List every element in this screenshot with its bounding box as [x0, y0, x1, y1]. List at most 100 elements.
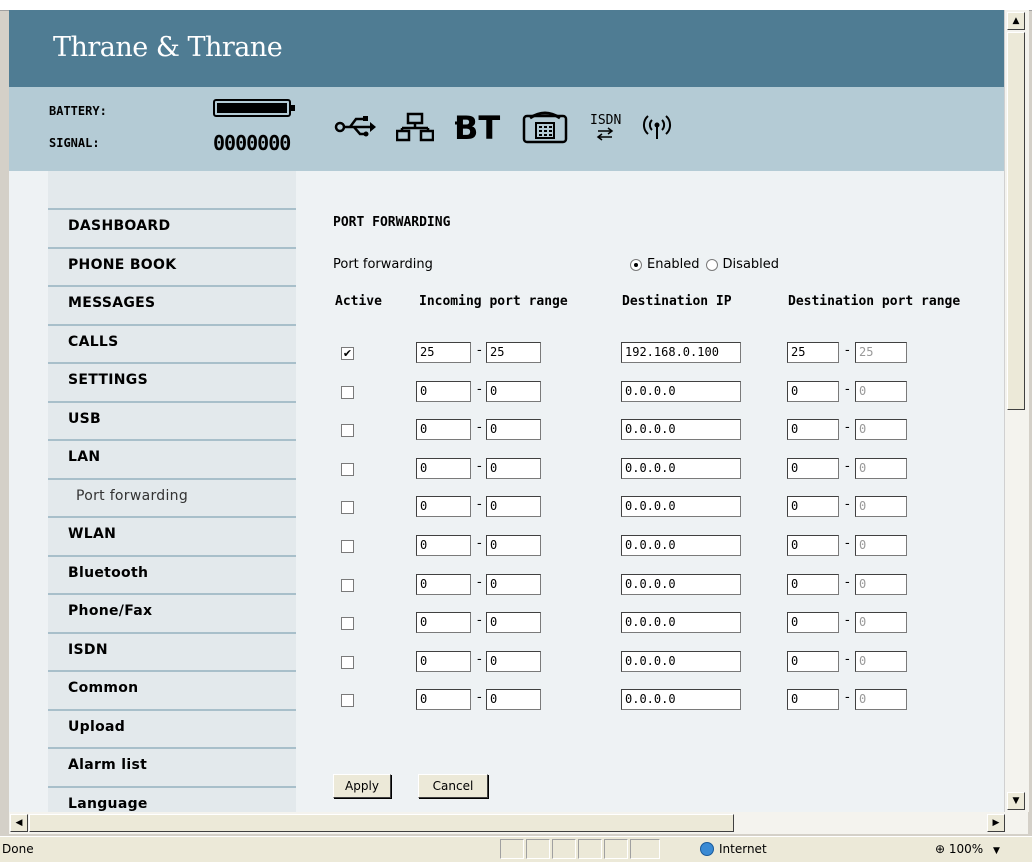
- destination-port-from-input[interactable]: 25: [787, 342, 839, 363]
- active-checkbox[interactable]: [341, 617, 354, 631]
- col-header-dest-ip: Destination IP: [622, 294, 732, 309]
- apply-button[interactable]: Apply: [333, 774, 391, 798]
- sidebar-item[interactable]: Port forwarding: [48, 477, 296, 515]
- usb-icon: [334, 114, 376, 140]
- destination-ip-input[interactable]: 0.0.0.0: [621, 689, 741, 711]
- incoming-port-to-input[interactable]: 0: [486, 689, 541, 711]
- vertical-scroll-thumb[interactable]: [1007, 32, 1025, 410]
- table-row: ✔ 25-25 192.168.0.100 25-25: [333, 342, 1003, 364]
- sidebar-item[interactable]: Bluetooth: [48, 554, 296, 592]
- sidebar-item[interactable]: USB: [48, 400, 296, 438]
- range-dash: -: [845, 497, 850, 513]
- table-row: 0-0 0.0.0.0 0-0: [333, 457, 1003, 480]
- zone-label: Internet: [719, 842, 767, 856]
- sidebar-item[interactable]: LAN: [48, 439, 296, 476]
- destination-port-to-input: 0: [855, 535, 907, 556]
- range-dash: -: [845, 651, 850, 667]
- destination-ip-input[interactable]: 0.0.0.0: [621, 650, 741, 672]
- sidebar-item[interactable]: PHONE BOOK: [48, 246, 296, 284]
- incoming-port-from-input[interactable]: 0: [416, 573, 471, 595]
- destination-ip-input[interactable]: 192.168.0.100: [621, 342, 741, 363]
- vertical-scrollbar[interactable]: ▲ ▼: [1004, 10, 1029, 812]
- sidebar-item[interactable]: Upload: [48, 708, 296, 746]
- sidebar-item[interactable]: Language: [48, 785, 296, 813]
- scroll-down-button[interactable]: ▼: [1007, 792, 1025, 810]
- destination-ip-input[interactable]: 0.0.0.0: [621, 573, 741, 595]
- sidebar-item[interactable]: ISDN: [48, 631, 296, 669]
- zoom-icon: ⊕: [935, 842, 946, 856]
- destination-port-from-input[interactable]: 0: [787, 573, 839, 595]
- incoming-port-to-input[interactable]: 25: [486, 342, 541, 363]
- scroll-right-button[interactable]: ▶: [987, 814, 1005, 832]
- destination-port-from-input[interactable]: 0: [787, 535, 839, 556]
- active-checkbox[interactable]: [341, 462, 354, 476]
- incoming-port-to-input[interactable]: 0: [486, 535, 541, 556]
- sidebar-item[interactable]: Alarm list: [48, 747, 296, 784]
- sidebar-item[interactable]: WLAN: [48, 516, 296, 553]
- active-checkbox[interactable]: [341, 655, 354, 669]
- destination-ip-input[interactable]: 0.0.0.0: [621, 419, 741, 441]
- status-segment: [578, 839, 602, 859]
- incoming-port-from-input[interactable]: 0: [416, 612, 471, 634]
- destination-ip-input[interactable]: 0.0.0.0: [621, 380, 741, 402]
- cancel-button[interactable]: Cancel: [418, 774, 488, 798]
- incoming-port-from-input[interactable]: 0: [416, 496, 471, 518]
- active-checkbox[interactable]: [341, 578, 354, 592]
- zoom-control[interactable]: ⊕ 100% ▼: [935, 842, 1000, 856]
- sidebar-item[interactable]: SETTINGS: [48, 362, 296, 399]
- horizontal-scroll-thumb[interactable]: [29, 814, 734, 832]
- destination-port-from-input[interactable]: 0: [787, 689, 839, 711]
- security-zone[interactable]: Internet: [700, 842, 767, 856]
- active-checkbox[interactable]: ✔: [341, 347, 354, 360]
- incoming-port-to-input[interactable]: 0: [486, 457, 541, 479]
- table-row: 0-0 0.0.0.0 0-0: [333, 650, 1003, 673]
- destination-port-from-input[interactable]: 0: [787, 457, 839, 479]
- disabled-radio[interactable]: [705, 258, 718, 271]
- scroll-up-button[interactable]: ▲: [1007, 12, 1025, 30]
- incoming-port-from-input[interactable]: 0: [416, 535, 471, 556]
- active-checkbox[interactable]: [341, 385, 354, 399]
- sidebar-item[interactable]: Common: [48, 670, 296, 707]
- destination-ip-input[interactable]: 0.0.0.0: [621, 535, 741, 556]
- active-checkbox[interactable]: [341, 540, 354, 553]
- incoming-port-to-input[interactable]: 0: [486, 380, 541, 402]
- table-row: 0-0 0.0.0.0 0-0: [333, 380, 1003, 403]
- horizontal-scrollbar[interactable]: ◀ ▶: [9, 812, 1028, 834]
- sidebar-item[interactable]: Phone/Fax: [48, 593, 296, 630]
- sidebar-item[interactable]: MESSAGES: [48, 285, 296, 322]
- enabled-radio[interactable]: [630, 258, 642, 271]
- destination-port-from-input[interactable]: 0: [787, 419, 839, 441]
- incoming-port-from-input[interactable]: 0: [416, 650, 471, 672]
- incoming-port-to-input[interactable]: 0: [486, 496, 541, 518]
- sidebar-nav: DASHBOARD PHONE BOOK MESSAGES CALLS SETTINGS…: [48, 171, 296, 812]
- sidebar-item[interactable]: CALLS: [48, 323, 296, 361]
- destination-port-from-input[interactable]: 0: [787, 612, 839, 634]
- range-dash: -: [477, 497, 482, 513]
- svg-text:BT: BT: [454, 111, 500, 143]
- destination-ip-input[interactable]: 0.0.0.0: [621, 612, 741, 634]
- range-dash: -: [477, 574, 482, 590]
- destination-port-from-input[interactable]: 0: [787, 650, 839, 672]
- incoming-port-from-input[interactable]: 25: [416, 342, 471, 363]
- destination-port-from-input[interactable]: 0: [787, 380, 839, 402]
- destination-port-from-input[interactable]: 0: [787, 496, 839, 518]
- range-dash: -: [845, 690, 850, 706]
- active-checkbox[interactable]: [341, 424, 354, 438]
- status-segment: [604, 839, 628, 859]
- incoming-port-from-input[interactable]: 0: [416, 457, 471, 479]
- active-checkbox[interactable]: [341, 694, 354, 708]
- incoming-port-from-input[interactable]: 0: [416, 689, 471, 711]
- destination-ip-input[interactable]: 0.0.0.0: [621, 496, 741, 518]
- incoming-port-from-input[interactable]: 0: [416, 419, 471, 441]
- incoming-port-to-input[interactable]: 0: [486, 419, 541, 441]
- active-checkbox[interactable]: [341, 501, 354, 515]
- incoming-port-to-input[interactable]: 0: [486, 650, 541, 672]
- incoming-port-to-input[interactable]: 0: [486, 573, 541, 595]
- incoming-port-from-input[interactable]: 0: [416, 380, 471, 402]
- sidebar-item[interactable]: DASHBOARD: [48, 208, 296, 245]
- destination-ip-input[interactable]: 0.0.0.0: [621, 457, 741, 479]
- status-segment: [526, 839, 550, 859]
- incoming-port-to-input[interactable]: 0: [486, 612, 541, 634]
- scroll-left-button[interactable]: ◀: [10, 814, 28, 832]
- destination-port-to-input: 0: [855, 573, 907, 595]
